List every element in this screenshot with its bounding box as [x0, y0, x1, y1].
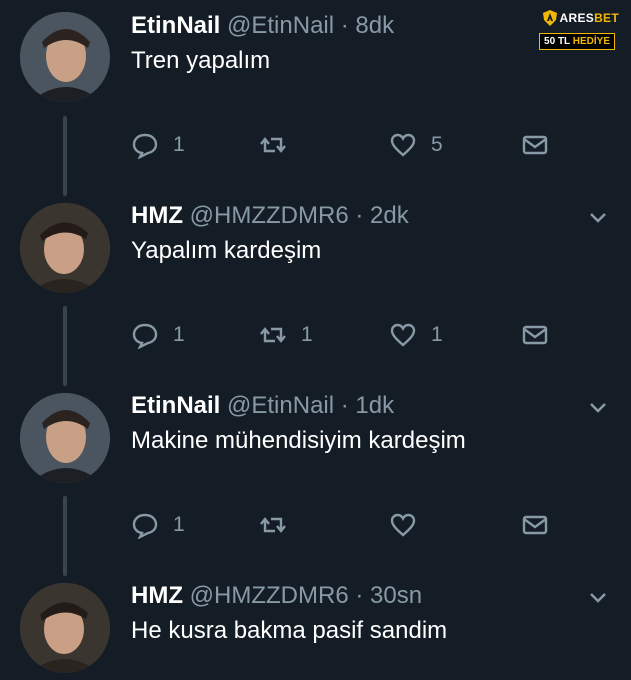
handle[interactable]: @HMZZDMR6: [190, 582, 349, 609]
display-name[interactable]: EtinNail: [131, 12, 220, 39]
tweet-header: EtinNail @EtinNail · 8dk: [131, 12, 394, 40]
reply-button[interactable]: 1: [131, 130, 185, 160]
chevron-down-icon[interactable]: [589, 402, 607, 414]
handle[interactable]: @HMZZDMR6: [190, 202, 349, 229]
tweet-text: Makine mühendisiyim kardeşim: [131, 427, 466, 454]
chevron-down-icon[interactable]: [589, 212, 607, 224]
like-button[interactable]: [389, 510, 431, 540]
thread-line: [63, 116, 67, 196]
user-photo: [20, 12, 110, 102]
tweet-header: EtinNail @EtinNail · 1dk: [131, 392, 394, 420]
retweet-button[interactable]: 1: [259, 320, 313, 350]
avatar[interactable]: [20, 583, 110, 673]
display-name[interactable]: HMZ: [131, 582, 183, 609]
brand-watermark: ARESBET 50 TL HEDİYE: [535, 6, 623, 52]
timestamp[interactable]: · 8dk: [341, 12, 394, 39]
avatar[interactable]: [20, 203, 110, 293]
tweet-text: He kusra bakma pasif sandim: [131, 617, 448, 644]
brand-logo: ARESBET: [542, 10, 619, 26]
reply-count: 1: [173, 133, 185, 156]
timestamp[interactable]: · 30sn: [355, 582, 422, 609]
retweet-icon: [260, 327, 286, 343]
gift-badge: 50 TL HEDİYE: [539, 33, 615, 50]
like-icon: [390, 513, 416, 537]
tweet-header: HMZ @HMZZDMR6 · 30sn: [131, 582, 422, 610]
tweet-header: HMZ @HMZZDMR6 · 2dk: [131, 202, 409, 230]
direct-message-icon: [522, 135, 548, 155]
display-name[interactable]: HMZ: [131, 202, 183, 229]
direct-message-icon: [522, 325, 548, 345]
retweet-button[interactable]: [259, 510, 301, 540]
reply-icon: [132, 323, 158, 349]
reply-count: 1: [173, 513, 185, 536]
timestamp[interactable]: · 2dk: [355, 202, 408, 229]
tweet-actions: 1: [131, 510, 561, 540]
chevron-down-icon[interactable]: [589, 592, 607, 604]
reply-count: 1: [173, 323, 185, 346]
retweet-icon: [260, 517, 286, 533]
user-photo: [20, 583, 110, 673]
brand-name: ARESBET: [559, 11, 619, 25]
like-icon: [390, 323, 416, 347]
thread-line: [63, 496, 67, 576]
dm-button[interactable]: [521, 510, 549, 540]
avatar[interactable]: [20, 393, 110, 483]
direct-message-icon: [522, 515, 548, 535]
dm-button[interactable]: [521, 130, 549, 160]
like-icon: [390, 133, 416, 157]
reply-icon: [132, 133, 158, 159]
like-count: 5: [431, 133, 443, 156]
like-button[interactable]: 5: [389, 130, 443, 160]
retweet-count: 1: [301, 323, 313, 346]
dm-button[interactable]: [521, 320, 549, 350]
user-photo: [20, 393, 110, 483]
tweet-text: Yapalım kardeşim: [131, 237, 322, 264]
like-button[interactable]: 1: [389, 320, 443, 350]
handle[interactable]: @EtinNail: [227, 392, 334, 419]
tweet-actions: 1 1 1: [131, 320, 561, 350]
timestamp[interactable]: · 1dk: [341, 392, 394, 419]
reply-button[interactable]: 1: [131, 510, 185, 540]
shield-icon: [542, 10, 557, 26]
thread-line: [63, 306, 67, 386]
tweet-text: Tren yapalım: [131, 47, 271, 74]
reply-button[interactable]: 1: [131, 320, 185, 350]
reply-icon: [132, 513, 158, 539]
like-count: 1: [431, 323, 443, 346]
display-name[interactable]: EtinNail: [131, 392, 220, 419]
handle[interactable]: @EtinNail: [227, 12, 334, 39]
retweet-icon: [260, 137, 286, 153]
user-photo: [20, 203, 110, 293]
tweet-actions: 1 5: [131, 130, 561, 160]
retweet-button[interactable]: [259, 130, 301, 160]
avatar[interactable]: [20, 12, 110, 102]
